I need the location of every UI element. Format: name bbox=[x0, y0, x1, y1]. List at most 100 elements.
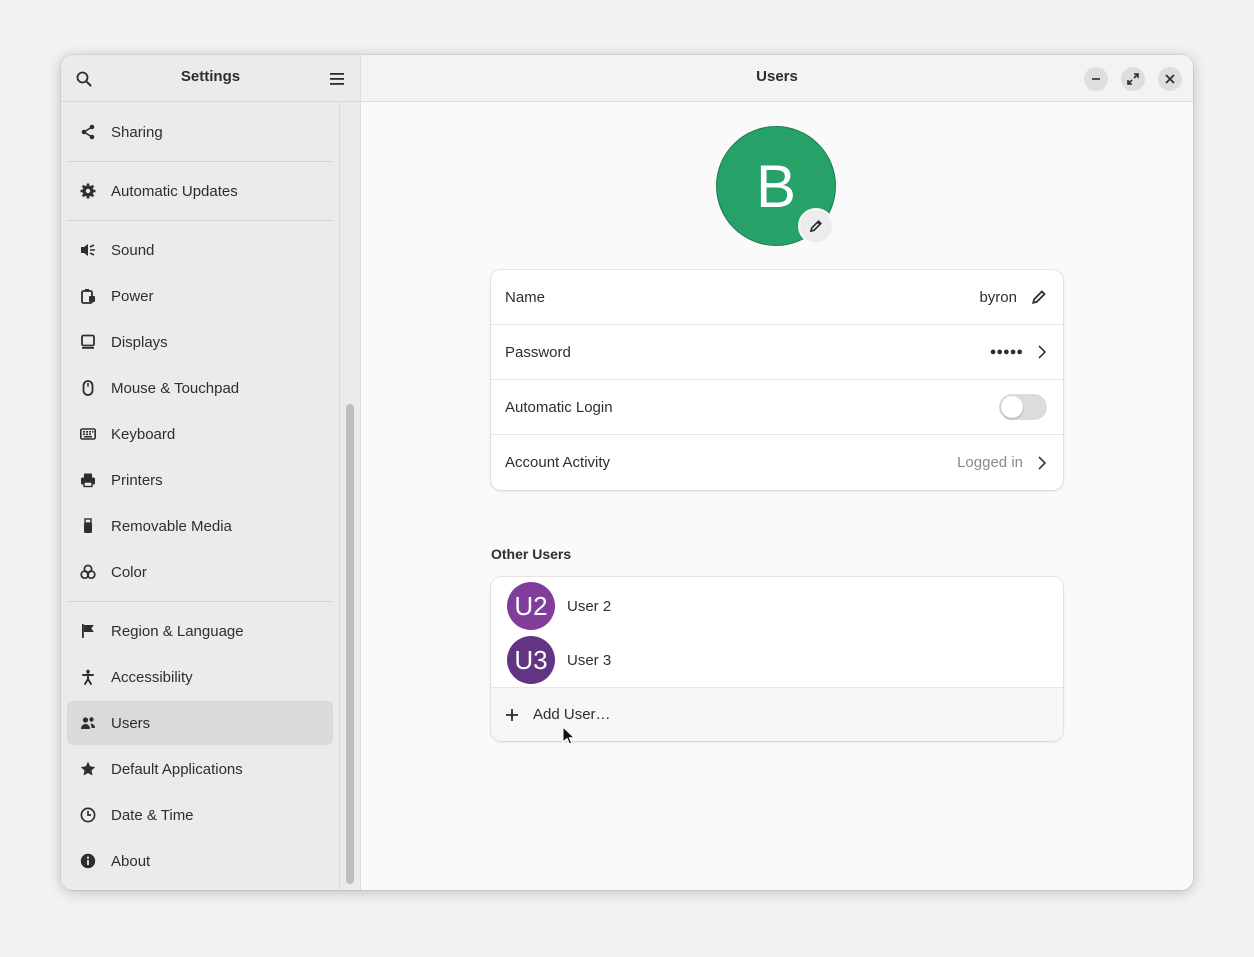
add-user-label: Add User… bbox=[533, 706, 611, 723]
sidebar-item-label: About bbox=[111, 852, 151, 870]
user-avatar: U3 bbox=[507, 636, 555, 684]
accessibility-icon bbox=[79, 668, 97, 686]
main-menu-button[interactable] bbox=[323, 65, 351, 93]
name-label: Name bbox=[505, 288, 546, 306]
info-icon bbox=[79, 852, 97, 870]
minimize-icon bbox=[1092, 78, 1100, 80]
sidebar-item-label: Power bbox=[111, 287, 154, 305]
main-header: Users bbox=[361, 55, 1193, 102]
sidebar-item-default-applications[interactable]: Default Applications bbox=[67, 746, 333, 792]
pencil-icon bbox=[809, 219, 823, 233]
mouse-icon bbox=[79, 379, 97, 397]
sidebar-divider bbox=[67, 601, 333, 602]
sidebar-divider bbox=[67, 161, 333, 162]
user-avatar: U2 bbox=[507, 582, 555, 630]
sidebar-item-label: Sound bbox=[111, 241, 155, 259]
sidebar-item-label: Removable Media bbox=[111, 517, 232, 535]
color-icon bbox=[79, 563, 97, 581]
maximize-icon bbox=[1127, 73, 1139, 85]
password-label: Password bbox=[505, 343, 571, 361]
avatar-initial: B bbox=[755, 152, 797, 220]
automatic-login-row: Automatic Login bbox=[491, 380, 1063, 435]
main-panel: Users B Name byron Password ●●●●● Automa… bbox=[361, 55, 1193, 890]
password-row[interactable]: Password ●●●●● bbox=[491, 325, 1063, 380]
user-name: User 2 bbox=[567, 597, 612, 615]
toggle-knob bbox=[1001, 396, 1023, 418]
page-title: Users bbox=[756, 68, 798, 85]
password-value: ●●●●● bbox=[989, 346, 1023, 358]
name-row: Name byron bbox=[491, 270, 1063, 325]
user-initials: U3 bbox=[514, 644, 548, 675]
sidebar-item-label: Keyboard bbox=[111, 425, 176, 443]
sidebar-item-label: Automatic Updates bbox=[111, 182, 238, 200]
account-activity-label: Account Activity bbox=[505, 454, 611, 471]
maximize-button[interactable] bbox=[1121, 67, 1145, 91]
add-user-button[interactable]: Add User… bbox=[491, 687, 1063, 741]
other-users-card: U2 User 2 U3 User 3 Add User… bbox=[491, 577, 1063, 741]
account-details-card: Name byron Password ●●●●● Automatic Logi… bbox=[491, 270, 1063, 490]
sidebar-item-region-language[interactable]: Region & Language bbox=[67, 608, 333, 654]
close-button[interactable] bbox=[1158, 67, 1182, 91]
sidebar-item-accessibility[interactable]: Accessibility bbox=[67, 654, 333, 700]
star-icon bbox=[79, 760, 97, 778]
speaker-icon bbox=[79, 241, 97, 259]
sidebar-title: Settings bbox=[180, 68, 241, 85]
sidebar-item-label: Region & Language bbox=[111, 622, 244, 640]
sidebar-header: Settings bbox=[61, 55, 360, 102]
account-activity-row[interactable]: Account Activity Logged in bbox=[491, 435, 1063, 490]
flag-icon bbox=[79, 622, 97, 640]
user-initials: U2 bbox=[514, 590, 548, 621]
sidebar-item-label: Default Applications bbox=[111, 760, 243, 778]
chevron-right-icon bbox=[1038, 455, 1047, 470]
monitor-icon bbox=[79, 333, 97, 351]
keyboard-icon bbox=[79, 425, 97, 443]
clock-icon bbox=[79, 806, 97, 824]
sidebar-item-power[interactable]: Power bbox=[67, 273, 333, 319]
sidebar-list: Sharing Automatic Updates Sound Power Di… bbox=[67, 109, 333, 884]
printer-icon bbox=[79, 471, 97, 489]
sidebar-item-color[interactable]: Color bbox=[67, 549, 333, 595]
hamburger-menu-icon bbox=[330, 73, 344, 85]
minimize-button[interactable] bbox=[1084, 67, 1108, 91]
sidebar-item-about[interactable]: About bbox=[67, 838, 333, 884]
sidebar-item-keyboard[interactable]: Keyboard bbox=[67, 411, 333, 457]
sidebar-divider bbox=[67, 220, 333, 221]
pencil-icon bbox=[1032, 290, 1046, 304]
name-value: byron bbox=[979, 288, 1017, 306]
sidebar-item-users[interactable]: Users bbox=[67, 701, 333, 745]
sidebar-item-sound[interactable]: Sound bbox=[67, 227, 333, 273]
sidebar-item-printers[interactable]: Printers bbox=[67, 457, 333, 503]
sidebar-item-label: Mouse & Touchpad bbox=[111, 379, 240, 397]
user-row[interactable]: U2 User 2 bbox=[491, 579, 1063, 633]
plus-icon bbox=[506, 708, 518, 721]
sidebar-item-automatic-updates[interactable]: Automatic Updates bbox=[67, 168, 333, 214]
user-row[interactable]: U3 User 3 bbox=[491, 633, 1063, 687]
sidebar: Settings Sharing Automatic Updates Sound… bbox=[61, 55, 361, 890]
sidebar-item-label: Accessibility bbox=[111, 668, 193, 686]
close-icon bbox=[1165, 74, 1175, 84]
sidebar-scroll-track bbox=[339, 102, 340, 890]
sidebar-item-label: Color bbox=[111, 563, 147, 581]
sidebar-scrollbar[interactable] bbox=[346, 404, 354, 884]
sidebar-item-label: Displays bbox=[111, 333, 168, 351]
users-icon bbox=[79, 714, 97, 732]
user-name: User 3 bbox=[567, 651, 612, 669]
sidebar-item-label: Users bbox=[111, 714, 151, 732]
sidebar-item-date-time[interactable]: Date & Time bbox=[67, 792, 333, 838]
sidebar-item-label: Sharing bbox=[111, 123, 163, 141]
edit-avatar-button[interactable] bbox=[798, 208, 834, 244]
automatic-login-label: Automatic Login bbox=[505, 398, 613, 416]
settings-window: Settings Sharing Automatic Updates Sound… bbox=[61, 55, 1193, 890]
sidebar-item-displays[interactable]: Displays bbox=[67, 319, 333, 365]
battery-icon bbox=[79, 287, 97, 305]
edit-name-button[interactable] bbox=[1031, 289, 1047, 305]
usb-icon bbox=[79, 517, 97, 535]
chevron-right-icon bbox=[1038, 345, 1047, 359]
sidebar-item-removable-media[interactable]: Removable Media bbox=[67, 503, 333, 549]
sidebar-item-mouse-touchpad[interactable]: Mouse & Touchpad bbox=[67, 365, 333, 411]
other-users-heading: Other Users bbox=[491, 546, 572, 562]
automatic-login-toggle[interactable] bbox=[999, 394, 1047, 420]
account-activity-value: Logged in bbox=[957, 454, 1023, 471]
mouse-pointer-icon bbox=[562, 725, 576, 750]
sidebar-item-sharing[interactable]: Sharing bbox=[67, 109, 333, 155]
